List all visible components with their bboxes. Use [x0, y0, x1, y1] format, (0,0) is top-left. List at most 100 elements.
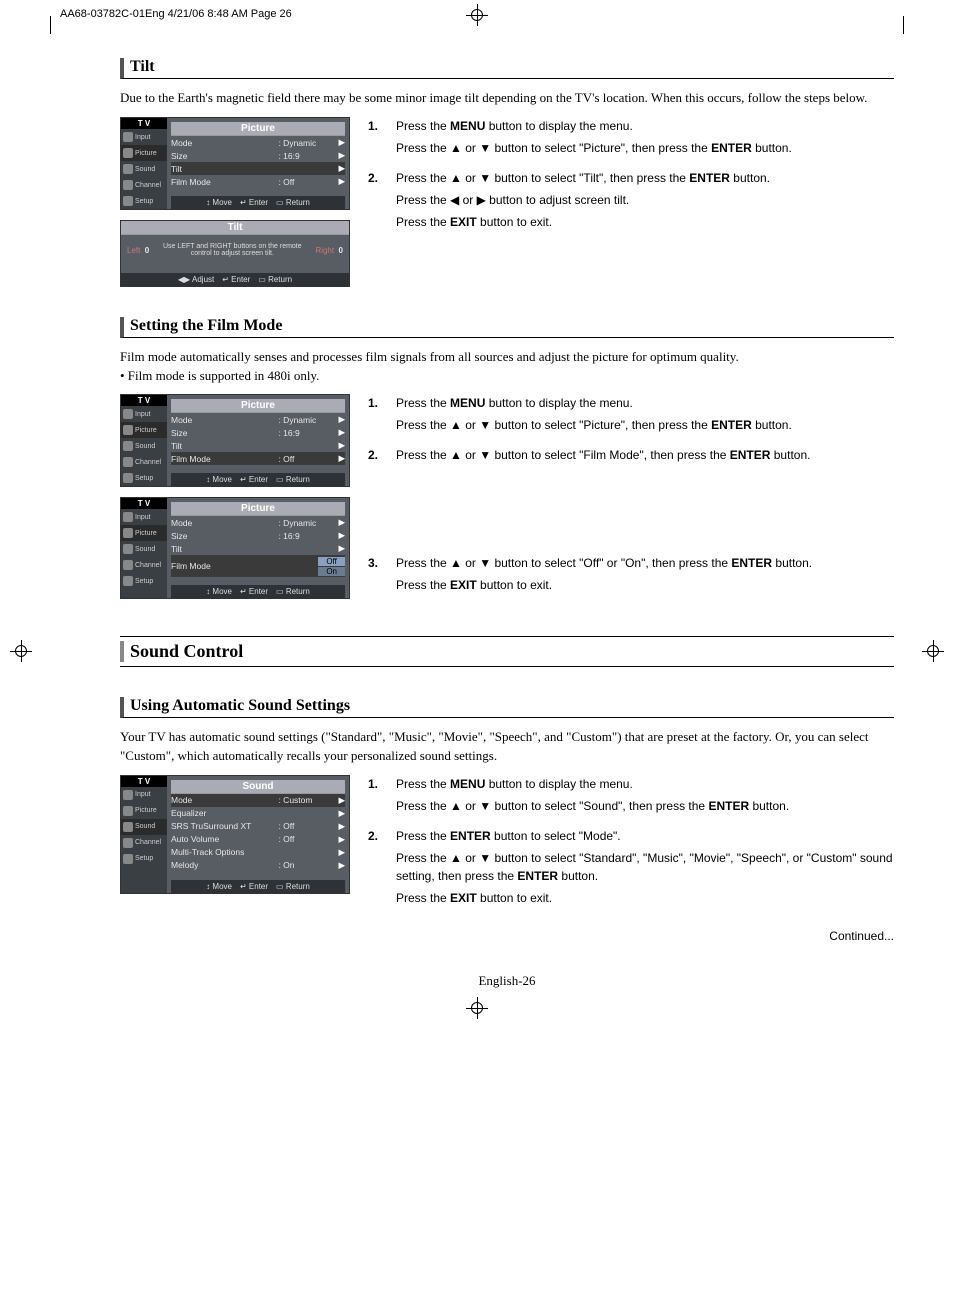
arrow-right-icon: ▶	[338, 530, 345, 541]
step-number: 3.	[368, 554, 386, 594]
enter-hint: ↵ Enter	[240, 587, 268, 596]
page-number: English-26	[120, 973, 894, 989]
osd-tv-label: T V	[121, 118, 167, 129]
move-hint: ↕ Move	[206, 198, 232, 207]
arrow-right-icon: ▶	[338, 453, 345, 464]
section-desc: Your TV has automatic sound settings ("S…	[120, 728, 894, 764]
enter-hint: ↵ Enter	[222, 275, 250, 284]
channel-icon	[123, 560, 133, 570]
setup-icon	[123, 854, 133, 864]
step-text: Press the ENTER button to select "Mode".…	[396, 827, 894, 907]
section-desc: Film mode automatically senses and proce…	[120, 348, 894, 366]
arrow-right-icon: ▶	[338, 860, 345, 871]
osd-title: Sound	[171, 780, 345, 794]
osd-title: Picture	[171, 399, 345, 413]
enter-hint: ↵ Enter	[240, 882, 268, 891]
step-number: 1.	[368, 394, 386, 434]
osd-title: Picture	[171, 502, 345, 516]
section-title-autosound: Using Automatic Sound Settings	[120, 697, 894, 718]
osd-title: Picture	[171, 122, 345, 136]
return-hint: ▭ Return	[276, 882, 310, 891]
arrow-right-icon: ▶	[338, 808, 345, 819]
registration-mark-icon	[466, 997, 488, 1019]
setup-icon	[123, 196, 133, 206]
arrow-right-icon: ▶	[338, 137, 345, 148]
step-text: Press the MENU button to display the men…	[396, 394, 792, 434]
picture-icon	[123, 528, 133, 538]
input-icon	[123, 409, 133, 419]
step-text: Press the MENU button to display the men…	[396, 775, 789, 815]
continued-label: Continued...	[120, 929, 894, 943]
step-number: 1.	[368, 775, 386, 815]
osd-tilt-adjust: Tilt Left 0 Use LEFT and RIGHT buttons o…	[120, 220, 350, 287]
picture-icon	[123, 806, 133, 816]
step-item: 1.Press the MENU button to display the m…	[368, 117, 894, 157]
sound-icon	[123, 441, 133, 451]
osd-picture-menu: T V Input Picture Sound Channel Setup Pi…	[120, 394, 350, 487]
step-item: 1.Press the MENU button to display the m…	[368, 775, 894, 815]
sound-icon	[123, 164, 133, 174]
arrow-right-icon: ▶	[338, 821, 345, 832]
step-text: Press the ▲ or ▼ button to select "Off" …	[396, 554, 812, 594]
option-off: Off	[318, 557, 345, 566]
step-text: Press the ▲ or ▼ button to select "Tilt"…	[396, 169, 770, 231]
major-heading-sound: Sound Control	[120, 636, 894, 667]
section-note: • Film mode is supported in 480i only.	[120, 368, 894, 384]
step-number: 2.	[368, 169, 386, 231]
step-number: 2.	[368, 446, 386, 464]
registration-mark-icon	[922, 640, 944, 662]
step-item: 1.Press the MENU button to display the m…	[368, 394, 894, 434]
adjust-hint: ◀▶ Adjust	[178, 275, 214, 284]
osd-tv-label: T V	[121, 776, 167, 787]
step-text: Press the ▲ or ▼ button to select "Film …	[396, 446, 810, 464]
osd-tv-label: T V	[121, 395, 167, 406]
osd-title: Tilt	[121, 221, 349, 235]
sound-icon	[123, 544, 133, 554]
tilt-steps: 1.Press the MENU button to display the m…	[368, 117, 894, 231]
channel-icon	[123, 838, 133, 848]
arrow-right-icon: ▶	[338, 176, 345, 187]
crop-line	[903, 16, 904, 34]
arrow-right-icon: ▶	[338, 847, 345, 858]
sound-icon	[123, 822, 133, 832]
arrow-right-icon: ▶	[338, 440, 345, 451]
step-item: 2.Press the ▲ or ▼ button to select "Til…	[368, 169, 894, 231]
enter-hint: ↵ Enter	[240, 198, 268, 207]
arrow-right-icon: ▶	[338, 150, 345, 161]
step-item: 3.Press the ▲ or ▼ button to select "Off…	[368, 554, 894, 594]
arrow-right-icon: ▶	[338, 427, 345, 438]
step-text: Press the MENU button to display the men…	[396, 117, 792, 157]
picture-icon	[123, 148, 133, 158]
sound-steps: 1.Press the MENU button to display the m…	[368, 775, 894, 907]
registration-mark-icon	[10, 640, 32, 662]
input-icon	[123, 512, 133, 522]
move-hint: ↕ Move	[206, 587, 232, 596]
arrow-right-icon: ▶	[338, 834, 345, 845]
step-item: 2. Press the ▲ or ▼ button to select "Fil…	[368, 446, 894, 464]
osd-sound-menu: T V Input Picture Sound Channel Setup So…	[120, 775, 350, 894]
move-hint: ↕ Move	[206, 882, 232, 891]
osd-picture-menu-options: T V Input Picture Sound Channel Setup Pi…	[120, 497, 350, 599]
input-icon	[123, 132, 133, 142]
enter-hint: ↵ Enter	[240, 475, 268, 484]
section-desc: Due to the Earth's magnetic field there …	[120, 89, 894, 107]
section-title-tilt: Tilt	[120, 58, 894, 79]
arrow-right-icon: ▶	[338, 414, 345, 425]
picture-icon	[123, 425, 133, 435]
channel-icon	[123, 180, 133, 190]
setup-icon	[123, 576, 133, 586]
channel-icon	[123, 457, 133, 467]
step-number: 2.	[368, 827, 386, 907]
return-hint: ▭ Return	[276, 198, 310, 207]
registration-mark-icon	[466, 4, 488, 26]
arrow-right-icon: ▶	[338, 517, 345, 528]
osd-picture-menu: T V Input Picture Sound Channel Setup Pi…	[120, 117, 350, 210]
arrow-right-icon: ▶	[338, 163, 345, 174]
return-hint: ▭ Return	[276, 587, 310, 596]
option-on: On	[318, 567, 345, 576]
move-hint: ↕ Move	[206, 475, 232, 484]
setup-icon	[123, 473, 133, 483]
osd-tv-label: T V	[121, 498, 167, 509]
return-hint: ▭ Return	[276, 475, 310, 484]
filmmode-steps: 1.Press the MENU button to display the m…	[368, 394, 894, 594]
